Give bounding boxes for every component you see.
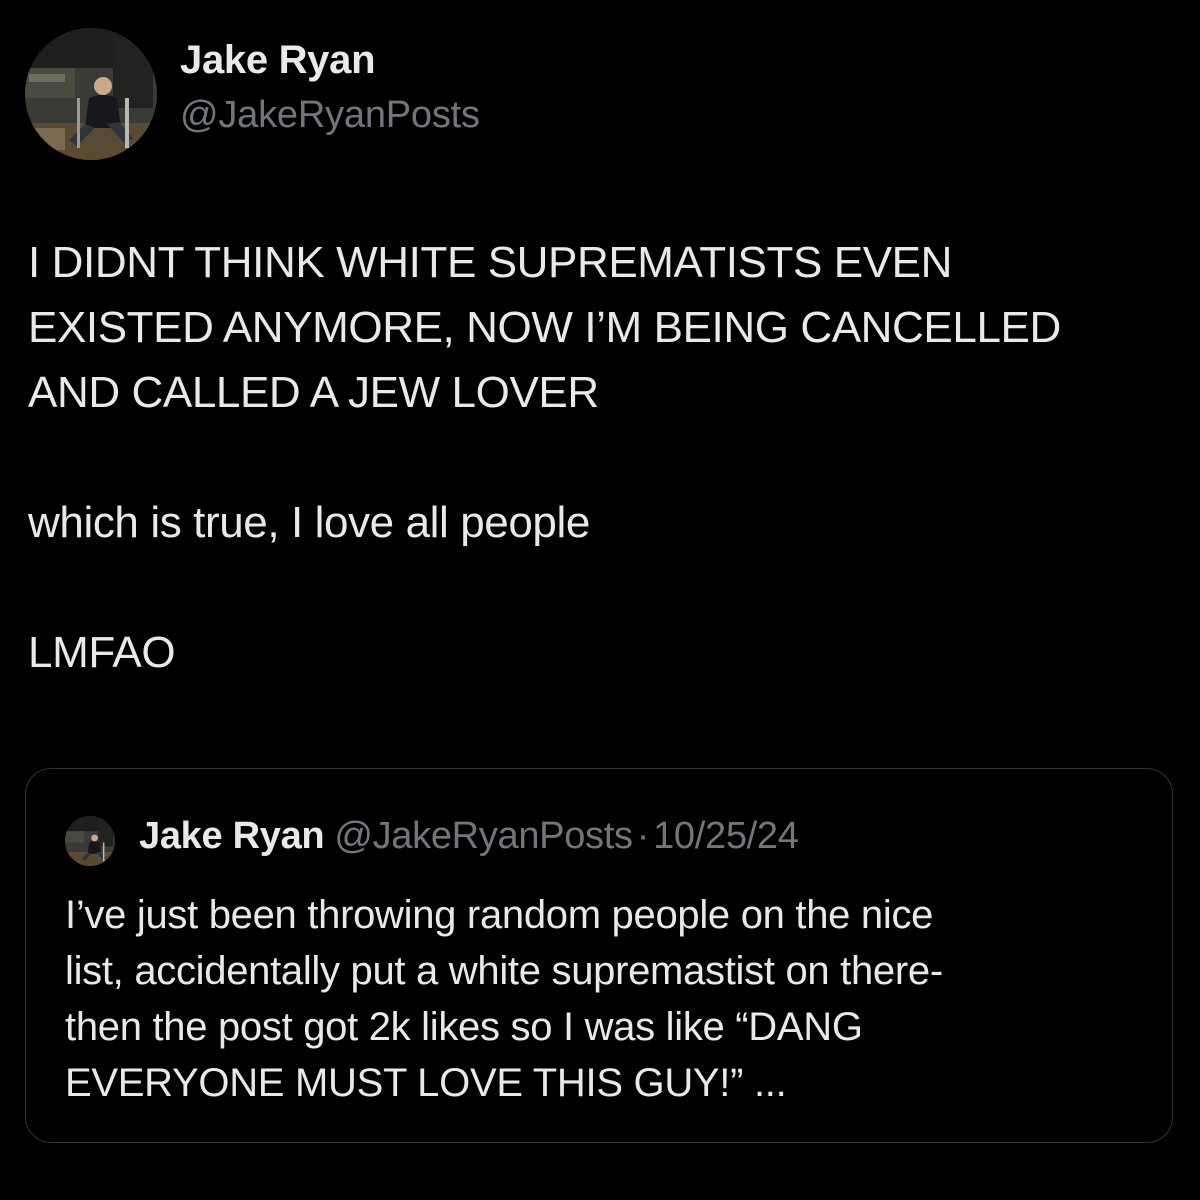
quoted-author-avatar[interactable] bbox=[65, 816, 115, 866]
profile-photo-icon bbox=[25, 28, 157, 160]
quoted-text-line: list, accidentally put a white supremast… bbox=[65, 949, 943, 993]
quoted-text-line: I’ve just been throwing random people on… bbox=[65, 893, 934, 937]
quoted-tweet-text: I’ve just been throwing random people on… bbox=[65, 887, 1145, 1111]
quoted-tweet-date[interactable]: 10/25/24 bbox=[653, 815, 799, 857]
tweet-text-line: LMFAO bbox=[28, 628, 176, 677]
quoted-text-line: then the post got 2k likes so I was like… bbox=[65, 1005, 863, 1049]
tweet-text-line: which is true, I love all people bbox=[28, 498, 590, 547]
profile-photo-icon bbox=[65, 816, 115, 866]
quoted-text-line: EVERYONE MUST LOVE THIS GUY!” ... bbox=[65, 1061, 787, 1105]
author-name[interactable]: Jake Ryan bbox=[180, 38, 376, 83]
quoted-tweet-card[interactable]: Jake Ryan @JakeRyanPosts · 10/25/24 I’ve ju… bbox=[25, 768, 1173, 1143]
tweet-text-line: I DIDNT THINK WHITE SUPREMATISTS EVEN bbox=[28, 238, 952, 287]
tweet: Jake Ryan @JakeRyanPosts I DIDNT THINK W… bbox=[0, 0, 1200, 1200]
quoted-separator: · bbox=[636, 815, 650, 857]
quoted-author-handle[interactable]: @JakeRyanPosts bbox=[334, 815, 633, 857]
author-avatar[interactable] bbox=[25, 28, 157, 160]
tweet-text-line: EXISTED ANYMORE, NOW I’M BEING CANCELLED bbox=[28, 303, 1061, 352]
tweet-text-line: AND CALLED A JEW LOVER bbox=[28, 368, 599, 417]
author-handle[interactable]: @JakeRyanPosts bbox=[180, 94, 480, 137]
tweet-text: I DIDNT THINK WHITE SUPREMATISTS EVEN EX… bbox=[28, 230, 1178, 685]
quoted-author-name[interactable]: Jake Ryan bbox=[139, 815, 325, 857]
quoted-tweet-header: Jake Ryan @JakeRyanPosts · 10/25/24 bbox=[139, 815, 799, 858]
